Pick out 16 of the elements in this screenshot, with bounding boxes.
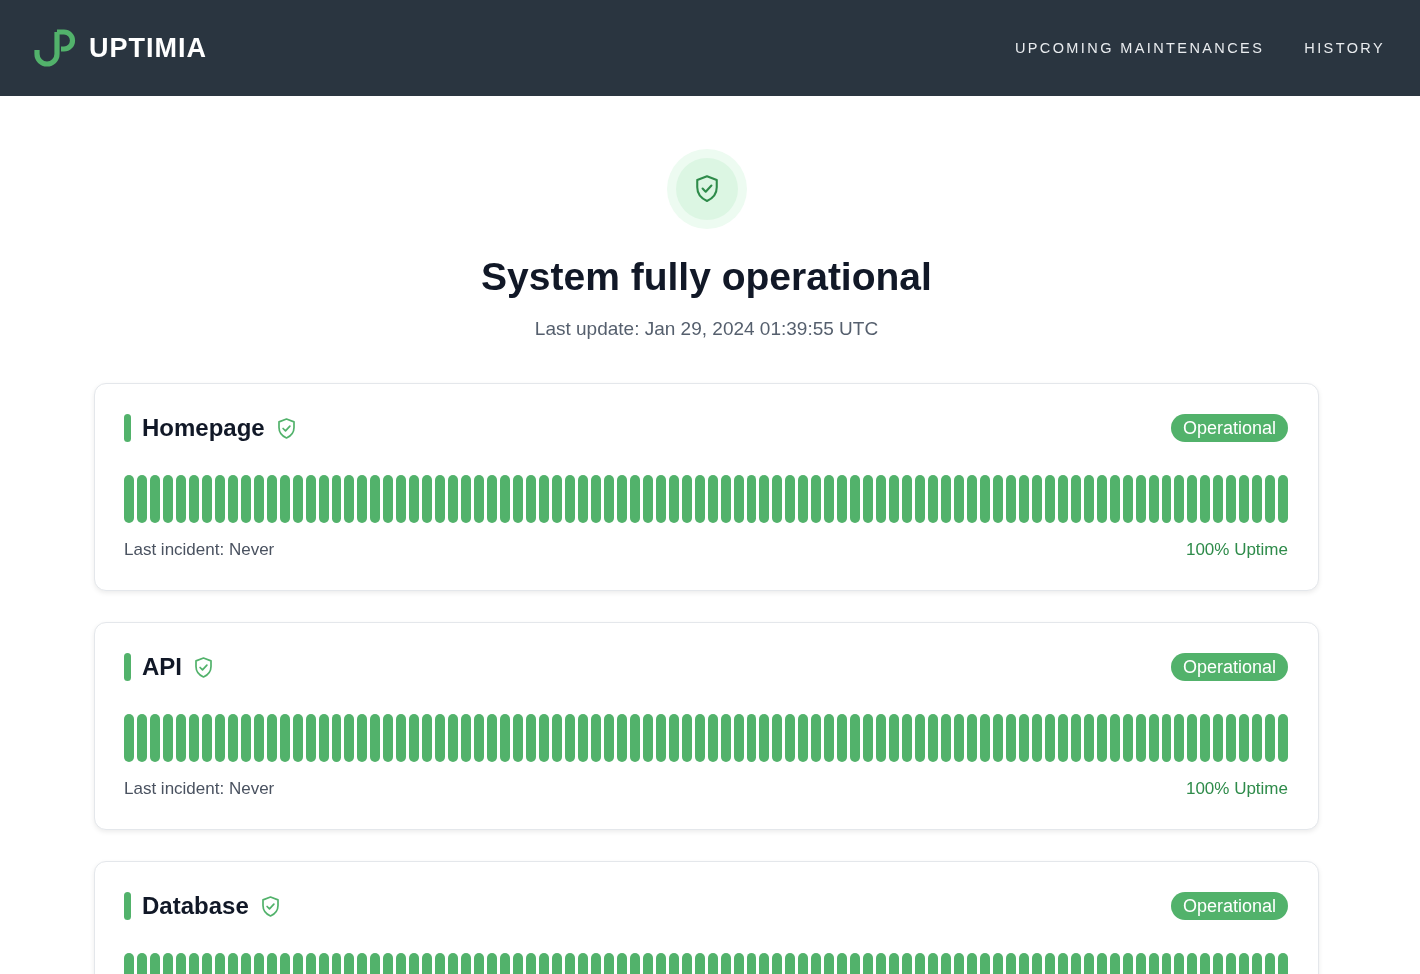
page-title: System fully operational — [481, 255, 932, 299]
logo-icon — [33, 28, 77, 68]
last-incident-text: Last incident: Never — [124, 779, 275, 799]
last-incident-text: Last incident: Never — [124, 540, 275, 560]
status-badge: Operational — [1170, 892, 1288, 920]
logo-text: UPTIMIA — [89, 32, 207, 64]
nav-link[interactable]: HISTORY — [1304, 40, 1385, 56]
status-badge: Operational — [1170, 653, 1288, 681]
last-update-text: Last update: Jan 29, 2024 01:39:55 UTC — [534, 317, 879, 341]
monitor-name: Homepage — [142, 414, 265, 442]
monitor-name: API — [142, 653, 182, 681]
nav-link[interactable]: UPCOMING MAINTENANCES — [1014, 40, 1265, 56]
monitor-name: Database — [142, 892, 249, 920]
status-badge: Operational — [1170, 414, 1288, 442]
uptime-text: 100% Uptime — [1185, 779, 1288, 799]
uptime-text: 100% Uptime — [1185, 540, 1288, 560]
